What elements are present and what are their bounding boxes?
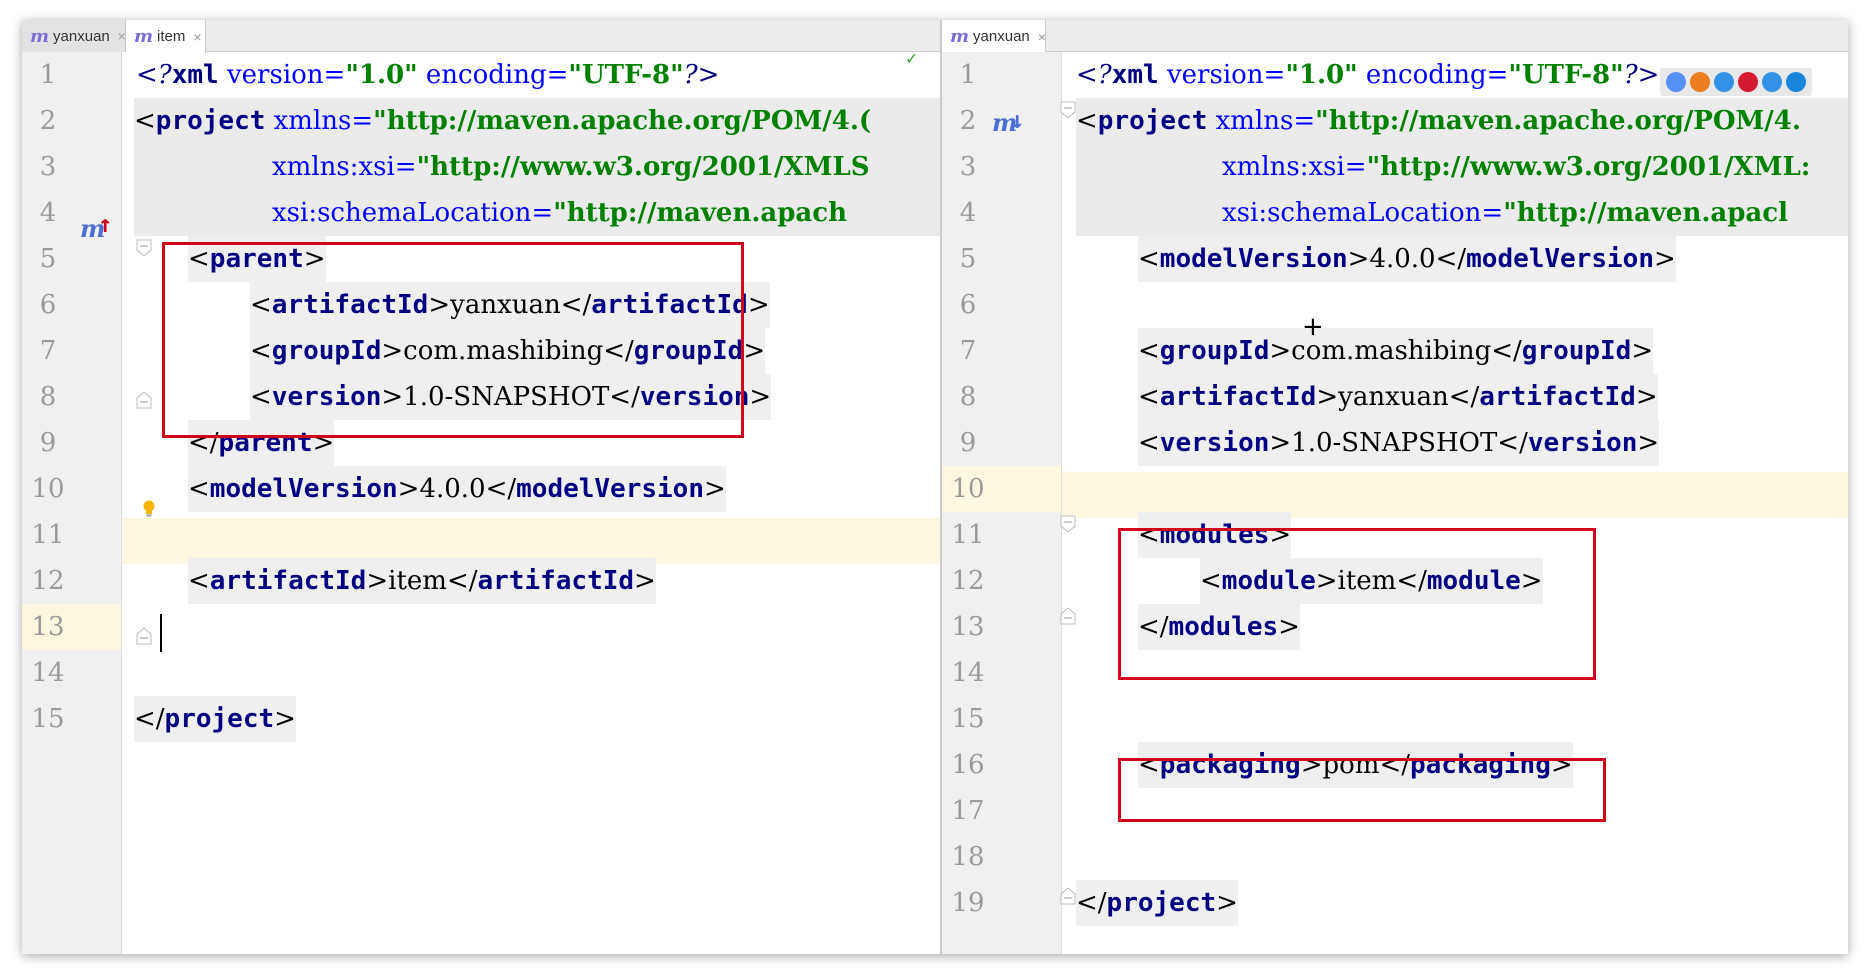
safari-icon[interactable] [1714, 72, 1734, 92]
code-line-2[interactable]: <project xmlns="http://maven.apache.org/… [1076, 98, 1801, 144]
line-number: 3 [959, 152, 977, 182]
code-line-9[interactable]: <version>1.0-SNAPSHOT</version> [1138, 420, 1660, 466]
fold-marker-icon[interactable] [134, 238, 154, 258]
tab-label: item [157, 28, 186, 45]
line-number: 9 [959, 428, 977, 458]
line-number: 2 [959, 106, 977, 136]
line-number: 8 [39, 382, 57, 412]
tab-item[interactable]: m item × [126, 20, 206, 53]
line-number: 16 [951, 750, 985, 780]
highlight-box-packaging [1118, 758, 1606, 822]
opera-icon[interactable] [1738, 72, 1758, 92]
firefox-icon[interactable] [1690, 72, 1710, 92]
code-line-15[interactable]: </project> [134, 696, 296, 742]
left-tab-bar: m yanxuan × m item × [22, 20, 940, 53]
right-gutter: 1 2 3 4 5 6 7 8 9 10 11 12 13 14 15 16 1… [942, 52, 1062, 954]
line-number: 10 [31, 474, 65, 504]
line-number: 4 [959, 198, 977, 228]
line-number: 7 [39, 336, 57, 366]
code-line-7[interactable]: <groupId>com.mashibing</groupId> [1138, 328, 1654, 374]
line-number: 6 [959, 290, 977, 320]
tab-label: yanxuan [973, 28, 1030, 45]
right-editor-pane: m yanxuan × 1 2 3 4 5 6 7 8 9 10 11 12 1… [942, 20, 1848, 954]
ie-icon[interactable] [1762, 72, 1782, 92]
browser-preview-icons [1660, 68, 1812, 96]
line-number: 13 [31, 612, 65, 642]
edge-icon[interactable] [1786, 72, 1806, 92]
line-number: 17 [951, 796, 985, 826]
line-number: 6 [39, 290, 57, 320]
current-line-highlight [942, 472, 1848, 518]
code-line-19[interactable]: </project> [1076, 880, 1238, 926]
code-line-1[interactable]: <?xml version="1.0" encoding="UTF-8"?> [1076, 52, 1659, 98]
arrow-down-icon: ↓ [1010, 106, 1025, 134]
line-number: 8 [959, 382, 977, 412]
line-number: 1 [39, 60, 57, 90]
chrome-icon[interactable] [1666, 72, 1686, 92]
code-line-3[interactable]: xmlns:xsi="http://www.w3.org/2001/XMLS [272, 144, 870, 190]
tab-yanxuan[interactable]: m yanxuan × [22, 20, 126, 52]
line-number: 13 [951, 612, 985, 642]
maven-file-icon: m [950, 26, 970, 47]
maven-file-icon: m [134, 26, 154, 47]
line-number: 1 [959, 60, 977, 90]
line-number: 3 [39, 152, 57, 182]
line-number: 14 [31, 658, 65, 688]
highlight-box-modules [1118, 528, 1596, 680]
code-line-1[interactable]: <?xml version="1.0" encoding="UTF-8"?> [136, 52, 719, 98]
maven-file-icon: m [30, 25, 50, 47]
close-icon[interactable]: × [118, 28, 126, 44]
tab-label: yanxuan [53, 27, 110, 45]
code-line-4[interactable]: xsi:schemaLocation="http://maven.apach [272, 190, 847, 236]
code-line-3[interactable]: xmlns:xsi="http://www.w3.org/2001/XML: [1222, 144, 1810, 190]
line-number: 15 [951, 704, 985, 734]
close-icon[interactable]: × [1038, 29, 1046, 45]
code-line-5[interactable]: <modelVersion>4.0.0</modelVersion> [1138, 236, 1676, 282]
code-line-8[interactable]: <artifactId>yanxuan</artifactId> [1138, 374, 1658, 420]
code-line-10[interactable]: <modelVersion>4.0.0</modelVersion> [188, 466, 726, 512]
line-number: 5 [959, 244, 977, 274]
line-number: 7 [959, 336, 977, 366]
line-number: 10 [951, 474, 985, 504]
left-editor-pane: m yanxuan × m item × 1 2 3 4 5 6 7 8 9 1… [22, 20, 940, 954]
right-tab-bar: m yanxuan × [942, 20, 1848, 53]
line-number: 2 [39, 106, 57, 136]
line-number: 11 [31, 520, 65, 550]
highlight-box-parent [162, 242, 744, 438]
fold-end-marker-icon[interactable] [134, 390, 154, 410]
fold-end-marker-icon[interactable] [1058, 886, 1078, 906]
line-number: 12 [951, 566, 985, 596]
line-number: 18 [951, 842, 985, 872]
code-line-2[interactable]: <project xmlns="http://maven.apache.org/… [134, 98, 871, 144]
check-icon: ✓ [906, 48, 917, 69]
line-number: 4 [39, 198, 57, 228]
fold-marker-icon[interactable] [1058, 514, 1078, 534]
ide-window: m yanxuan × m item × 1 2 3 4 5 6 7 8 9 1… [22, 20, 1848, 954]
line-number: 14 [951, 658, 985, 688]
code-line-12[interactable]: <artifactId>item</artifactId> [188, 558, 656, 604]
line-number: 9 [39, 428, 57, 458]
arrow-up-icon: ↑ [98, 210, 113, 238]
fold-marker-icon[interactable] [1058, 100, 1078, 120]
line-number: 12 [31, 566, 65, 596]
crosshair-cursor: + [1302, 312, 1324, 342]
text-caret [160, 614, 162, 652]
left-gutter: 1 2 3 4 5 6 7 8 9 10 11 12 13 14 15 [22, 52, 122, 954]
line-number: 19 [951, 888, 985, 918]
close-icon[interactable]: × [193, 29, 201, 45]
line-number: 11 [951, 520, 985, 550]
code-line-4[interactable]: xsi:schemaLocation="http://maven.apacl [1222, 190, 1788, 236]
line-number: 5 [39, 244, 57, 274]
tab-yanxuan[interactable]: m yanxuan × [942, 20, 1046, 53]
fold-end-marker-icon[interactable] [134, 626, 154, 646]
fold-end-marker-icon[interactable] [1058, 606, 1078, 626]
lightbulb-icon[interactable] [142, 500, 156, 518]
line-number: 15 [31, 704, 65, 734]
